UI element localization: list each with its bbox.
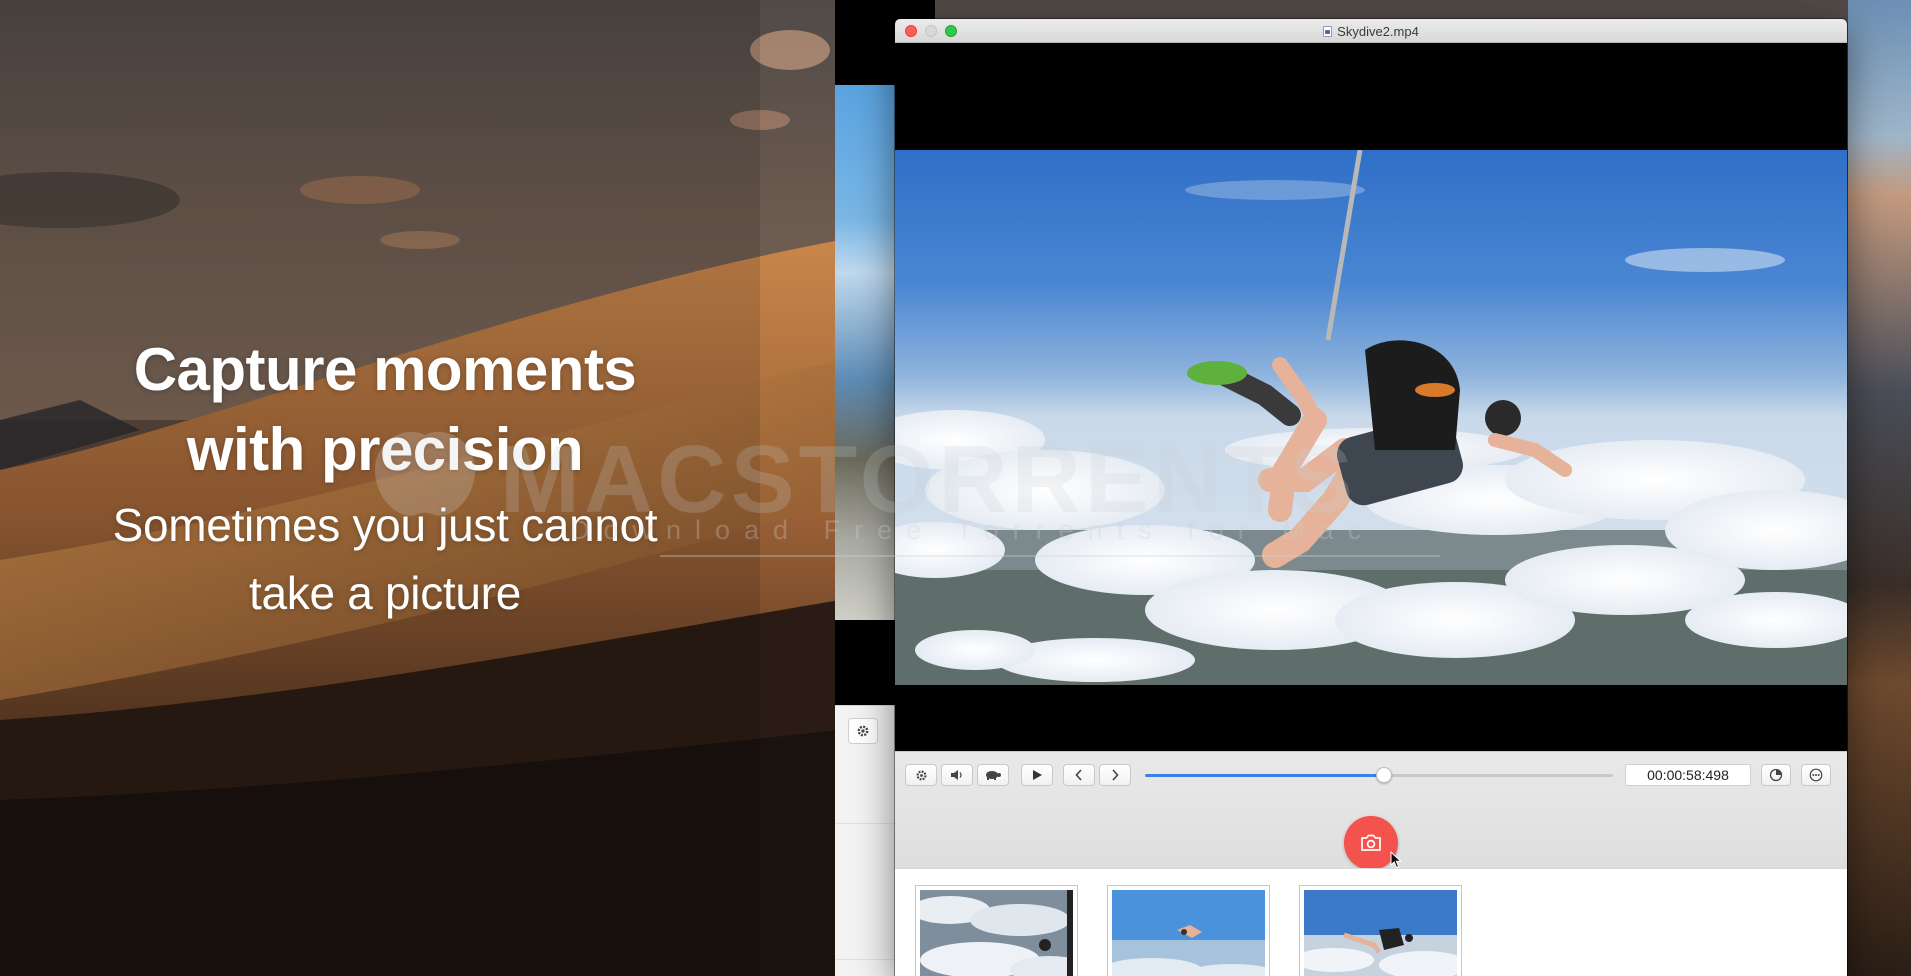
camera-icon xyxy=(1361,834,1381,851)
thumbnail-image xyxy=(1112,890,1265,976)
gear-icon xyxy=(915,769,927,781)
background-settings-button[interactable] xyxy=(848,718,878,744)
window-title-wrap: Skydive2.mp4 xyxy=(895,19,1847,43)
thumbnail-2[interactable] xyxy=(1107,885,1270,976)
thumbnail-image xyxy=(1304,890,1457,976)
video-file-icon xyxy=(1323,25,1333,37)
thumbnail-3[interactable] xyxy=(1299,885,1462,976)
thumbnail-image xyxy=(920,890,1073,976)
chevron-left-icon xyxy=(1075,769,1082,781)
timeline-scrubber[interactable] xyxy=(1145,767,1613,783)
headline: Capture moments with precision Sometimes… xyxy=(40,330,730,626)
timecode-display[interactable]: 00:00:58:498 xyxy=(1625,764,1751,786)
timeline-knob[interactable] xyxy=(1375,767,1392,783)
previous-frame-button[interactable] xyxy=(1063,764,1095,786)
turtle-icon xyxy=(986,771,1001,780)
chevron-right-icon xyxy=(1112,769,1119,781)
captured-thumbnails xyxy=(895,868,1847,976)
play-button[interactable] xyxy=(1021,764,1053,786)
volume-button[interactable] xyxy=(941,764,973,786)
more-button[interactable] xyxy=(1801,764,1831,786)
play-icon xyxy=(1032,770,1042,780)
video-area[interactable] xyxy=(895,43,1847,771)
timer-button[interactable] xyxy=(1761,764,1791,786)
window-title: Skydive2.mp4 xyxy=(1337,23,1419,39)
pie-timer-icon xyxy=(1769,768,1783,782)
player-controls: 00:00:58:498 xyxy=(895,751,1847,870)
headline-title-line1: Capture moments xyxy=(133,336,637,403)
speed-button[interactable] xyxy=(977,764,1009,786)
mouse-pointer-icon xyxy=(1390,851,1402,869)
skydiver-video-image xyxy=(895,150,1847,685)
thumbnail-skydiver-image xyxy=(1304,890,1457,976)
timeline-progress xyxy=(1145,774,1384,777)
video-frame[interactable] xyxy=(895,150,1847,685)
gear-icon xyxy=(857,725,869,737)
headline-subtitle-line2: take a picture xyxy=(249,567,521,619)
settings-button[interactable] xyxy=(905,764,937,786)
thumbnail-clouds-image xyxy=(920,890,1073,976)
next-frame-button[interactable] xyxy=(1099,764,1131,786)
desktop-right-strip xyxy=(1848,0,1911,976)
thumbnail-sky-image xyxy=(1112,890,1265,976)
thumbnail-1[interactable] xyxy=(915,885,1078,976)
player-window[interactable]: Skydive2.mp4 00:00:58:498 xyxy=(895,19,1847,976)
speaker-icon xyxy=(951,770,962,780)
headline-title-line2: with precision xyxy=(186,416,584,483)
headline-subtitle-line1: Sometimes you just cannot xyxy=(112,499,658,551)
ellipsis-icon xyxy=(1809,768,1823,782)
window-titlebar[interactable]: Skydive2.mp4 xyxy=(895,19,1847,43)
